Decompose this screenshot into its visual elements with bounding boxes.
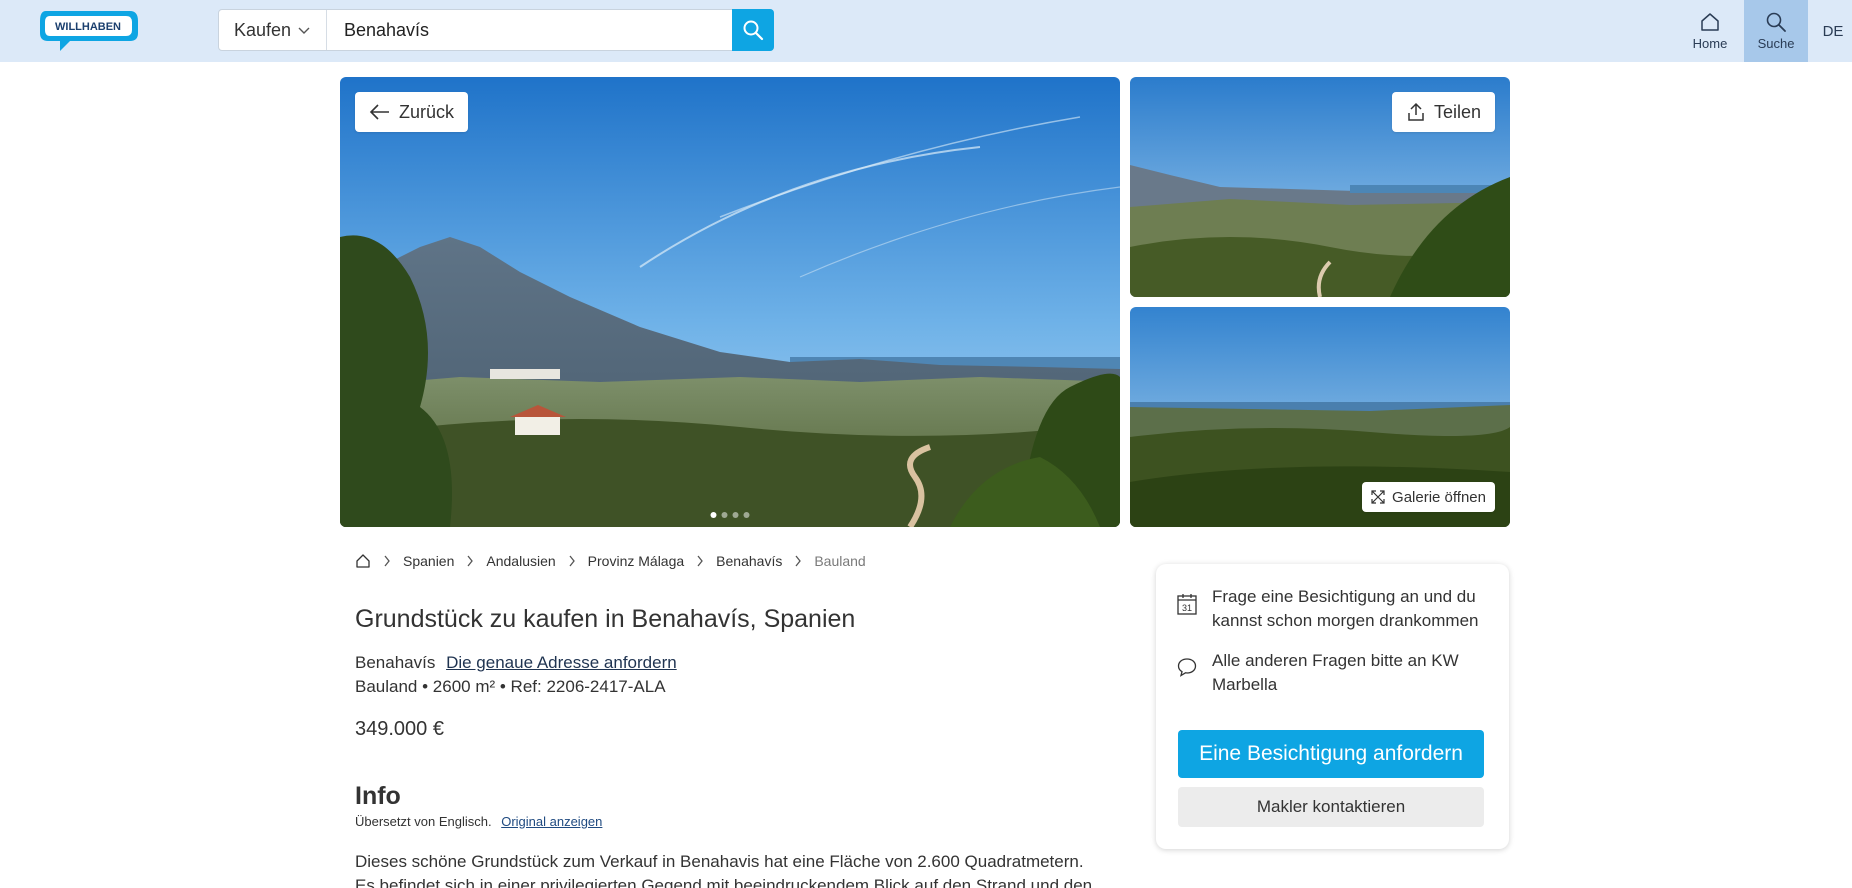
- side-photo-bottom[interactable]: Galerie öffnen: [1130, 307, 1510, 527]
- carousel-dots: [710, 512, 750, 518]
- nav-search[interactable]: Suche: [1744, 0, 1808, 62]
- share-label: Teilen: [1433, 101, 1481, 122]
- landscape-photo: [340, 77, 1120, 527]
- breadcrumb-item[interactable]: Benahavís: [716, 553, 782, 569]
- carousel-dot[interactable]: [710, 512, 717, 518]
- listing-description: Dieses schöne Grundstück zum Verkauf in …: [355, 852, 1093, 888]
- search-bar: Kaufen: [218, 9, 774, 51]
- breadcrumb-item[interactable]: Andalusien: [486, 553, 555, 569]
- search-button[interactable]: [732, 9, 774, 51]
- chevron-right-icon: [384, 555, 390, 567]
- share-button[interactable]: Teilen: [1391, 92, 1495, 132]
- nav-home[interactable]: Home: [1688, 0, 1732, 62]
- open-gallery-button[interactable]: Galerie öffnen: [1362, 482, 1495, 512]
- questions-info-text: Alle anderen Fragen bitte an KW Marbella: [1212, 651, 1459, 694]
- chevron-right-icon: [795, 555, 802, 567]
- request-viewing-button[interactable]: Eine Besichtigung anfordern: [1178, 730, 1484, 778]
- carousel-dot[interactable]: [732, 512, 739, 518]
- translation-note-text: Übersetzt von Englisch.: [355, 814, 492, 829]
- back-button[interactable]: Zurück: [355, 92, 469, 132]
- expand-icon: [1371, 490, 1385, 504]
- open-gallery-label: Galerie öffnen: [1392, 488, 1486, 506]
- back-label: Zurück: [399, 101, 455, 122]
- viewing-info-text: Frage eine Besichtigung an und du kannst…: [1212, 587, 1479, 630]
- breadcrumb-item[interactable]: Provinz Málaga: [588, 553, 685, 569]
- breadcrumb-item[interactable]: Spanien: [403, 553, 454, 569]
- breadcrumb-current: Bauland: [814, 553, 866, 569]
- home-icon: [1701, 13, 1719, 31]
- listing-title: Grundstück zu kaufen in Benahavís, Spani…: [355, 605, 856, 633]
- side-photo-top[interactable]: Teilen: [1130, 77, 1510, 297]
- language-switcher[interactable]: DE: [1814, 0, 1852, 62]
- top-header: WILLHABEN Kaufen Home Suche DE: [0, 0, 1852, 62]
- search-icon: [1766, 12, 1786, 32]
- listing-specs: Bauland • 2600 m² • Ref: 2206-2417-ALA: [355, 677, 666, 696]
- viewing-info: 31 Frage eine Besichtigung an und du kan…: [1177, 585, 1492, 633]
- language-label: DE: [1822, 22, 1844, 40]
- contact-card: 31 Frage eine Besichtigung an und du kan…: [1156, 564, 1509, 849]
- arrow-left-icon: [369, 104, 389, 120]
- chevron-down-icon: [298, 27, 310, 34]
- main-photo[interactable]: Zurück: [340, 77, 1120, 527]
- search-mode-select[interactable]: Kaufen: [219, 10, 327, 50]
- home-icon[interactable]: [355, 553, 371, 569]
- search-input[interactable]: [327, 10, 732, 50]
- request-address-link[interactable]: Die genaue Adresse anfordern: [446, 653, 677, 672]
- chevron-right-icon: [569, 555, 575, 567]
- search-mode-label: Kaufen: [233, 19, 292, 40]
- show-original-link[interactable]: Original anzeigen: [501, 814, 602, 829]
- contact-agent-button[interactable]: Makler kontaktieren: [1178, 787, 1484, 827]
- breadcrumb: Spanien Andalusien Provinz Málaga Benaha…: [355, 553, 866, 569]
- carousel-dot[interactable]: [743, 512, 750, 518]
- nav-search-label: Suche: [1757, 36, 1795, 51]
- nav-home-label: Home: [1692, 36, 1728, 51]
- carousel-dot[interactable]: [721, 512, 728, 518]
- questions-info: Alle anderen Fragen bitte an KW Marbella: [1177, 649, 1492, 697]
- listing-price: 349.000 €: [355, 718, 444, 740]
- location-text: Benahavís: [355, 653, 436, 672]
- info-heading: Info: [355, 782, 401, 810]
- calendar-icon: 31: [1177, 594, 1197, 615]
- share-icon: [1408, 102, 1424, 121]
- chevron-right-icon: [697, 555, 704, 567]
- willhaben-logo[interactable]: WILLHABEN: [38, 5, 140, 55]
- svg-text:WILLHABEN: WILLHABEN: [55, 21, 121, 33]
- chevron-right-icon: [467, 555, 474, 567]
- listing-location: Benahavís Die genaue Adresse anfordern: [355, 653, 677, 673]
- chat-bubble-icon: [1177, 658, 1197, 677]
- search-icon: [743, 20, 764, 41]
- translation-note: Übersetzt von Englisch. Original anzeige…: [355, 814, 602, 829]
- svg-text:31: 31: [1182, 603, 1192, 613]
